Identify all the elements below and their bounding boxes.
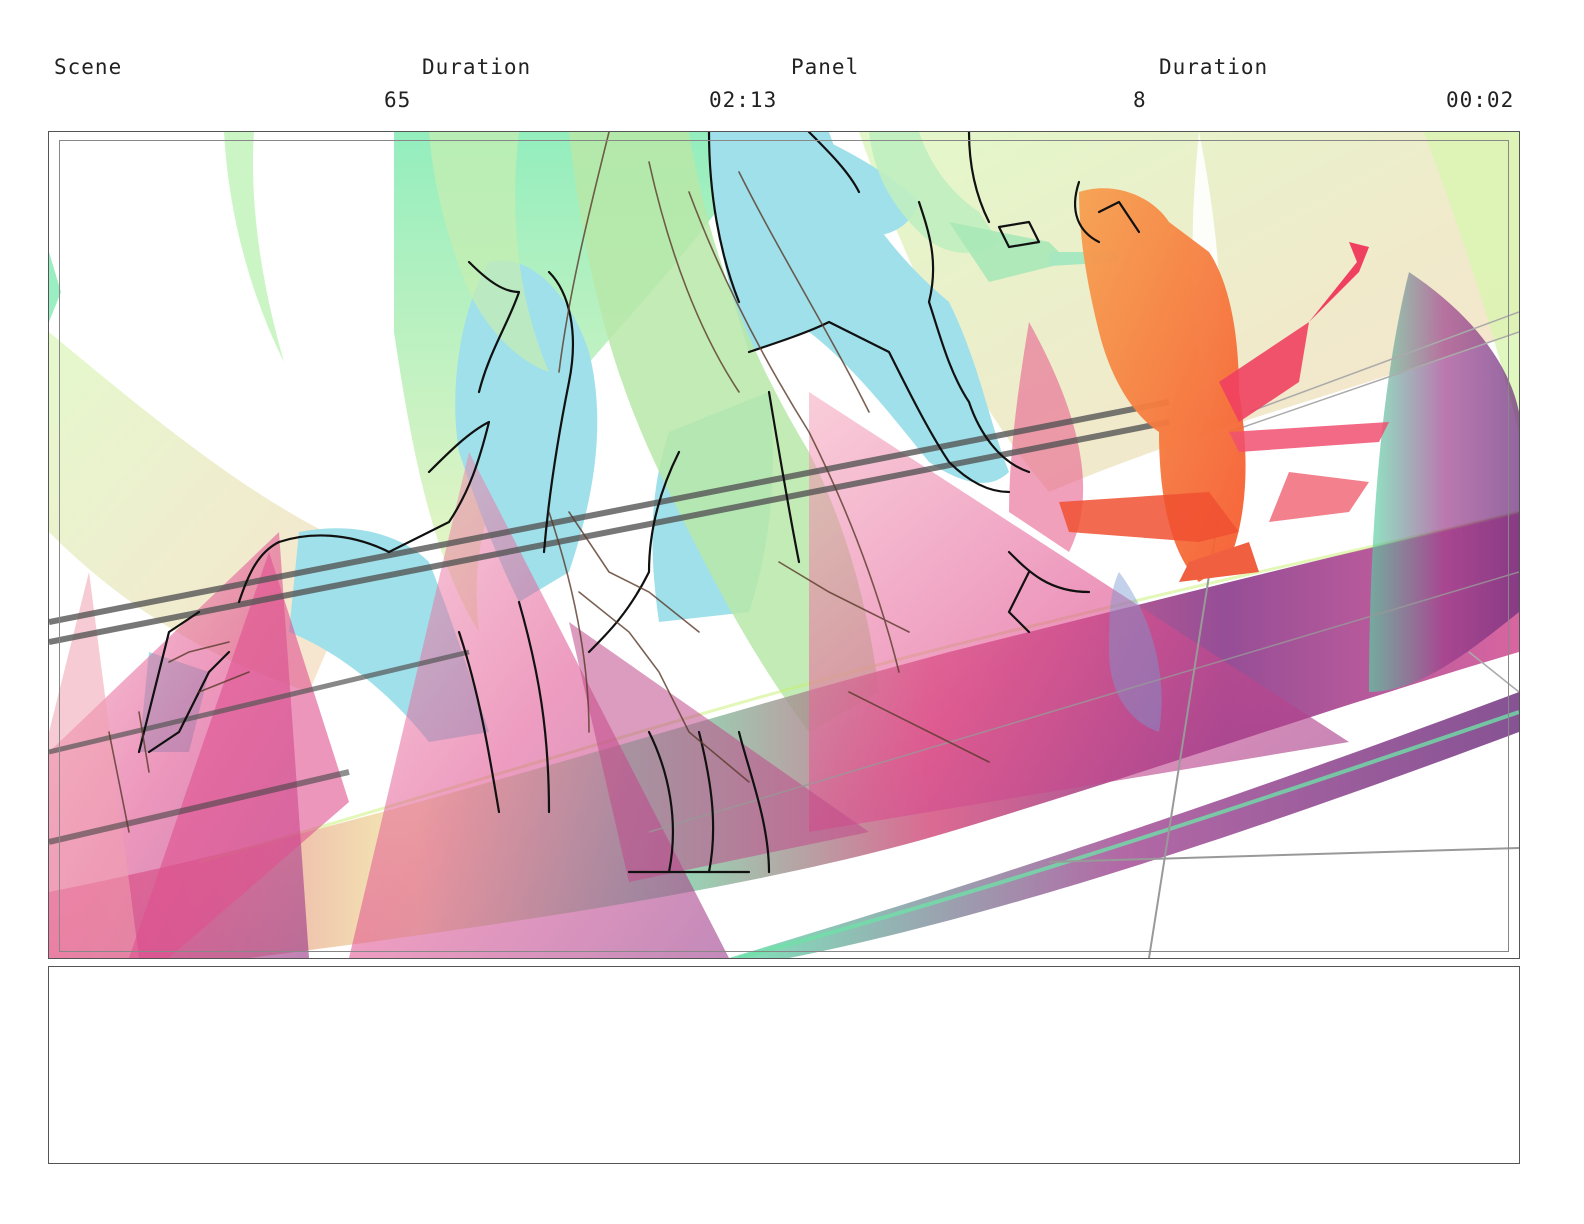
panel-number: 8 (1133, 88, 1147, 112)
panel-duration-label: Duration (1159, 55, 1269, 79)
panel-duration-value: 00:02 (1446, 88, 1515, 112)
scene-number: 65 (384, 88, 412, 112)
panel-label: Panel (791, 55, 860, 79)
scene-duration-label: Duration (422, 55, 532, 79)
storyboard-drawing (49, 132, 1519, 958)
scene-duration-value: 02:13 (709, 88, 778, 112)
panel-notes-box[interactable] (48, 966, 1520, 1164)
storyboard-panel-frame (48, 131, 1520, 959)
scene-label: Scene (54, 55, 123, 79)
